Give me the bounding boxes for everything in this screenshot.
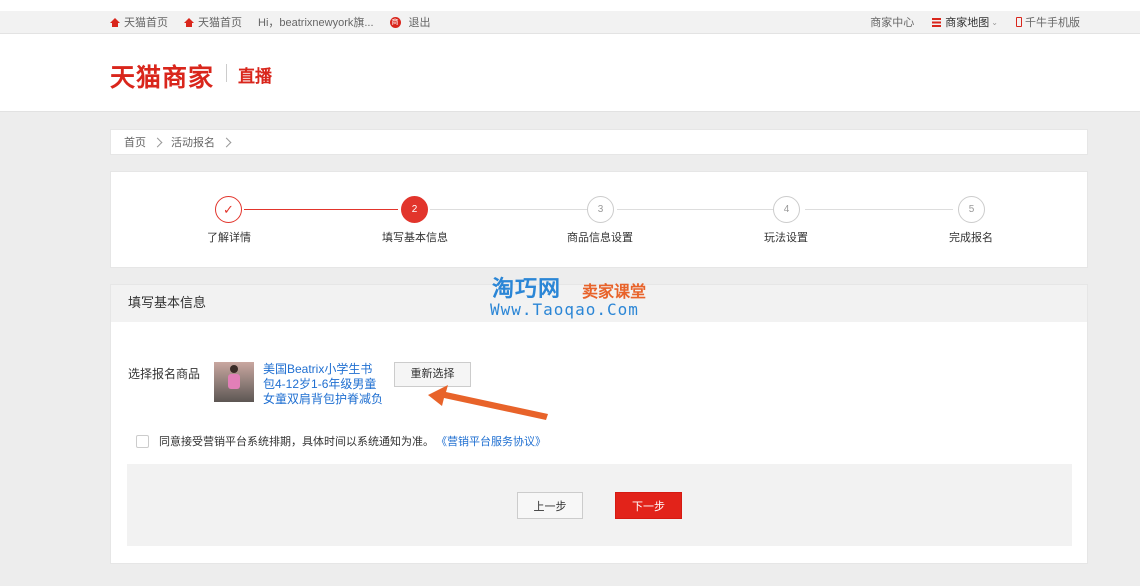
agreement-row: 同意接受营销平台系统排期，具体时间以系统通知为准。 《营销平台服务协议》 xyxy=(136,433,546,449)
breadcrumb-activity-signup[interactable]: 活动报名 xyxy=(171,134,215,150)
mobile-version-label: 千牛手机版 xyxy=(1025,17,1080,29)
breadcrumb: 首页 活动报名 xyxy=(110,129,1088,155)
step-2-circle: 2 xyxy=(401,196,428,223)
tmall-home-link-1[interactable]: 天猫首页 xyxy=(110,14,168,30)
step-connector-3 xyxy=(617,209,773,210)
site-header: 天猫商家 直播 xyxy=(0,34,1140,112)
thumbnail-backpack xyxy=(228,374,240,389)
action-bar: 上一步 下一步 xyxy=(127,464,1072,546)
merchant-map-menu[interactable]: 商家地图 ⌄ xyxy=(932,14,998,30)
logout-label: 退出 xyxy=(408,17,431,29)
progress-steps: ✓ 了解详情 2 填写基本信息 3 商品信息设置 4 玩法设置 5 完成报名 xyxy=(110,171,1088,268)
product-select-label: 选择报名商品 xyxy=(128,367,201,381)
merchant-center-link[interactable]: 商家中心 xyxy=(870,14,914,30)
watermark-url: Www.Taoqao.Com xyxy=(490,300,639,319)
chevron-right-icon xyxy=(221,137,232,147)
thumbnail-figure xyxy=(230,365,238,373)
list-icon xyxy=(932,17,942,27)
annotation-arrow-icon xyxy=(428,385,548,420)
mobile-version-link[interactable]: 千牛手机版 xyxy=(1016,14,1080,30)
step-4-label: 玩法设置 xyxy=(764,232,808,244)
next-step-button[interactable]: 下一步 xyxy=(615,492,682,519)
watermark-sub: 卖家课堂 xyxy=(582,284,647,301)
basic-info-panel: 填写基本信息 选择报名商品 美国Beatrix小学生书包4-12岁1-6年级男童… xyxy=(110,284,1088,564)
step-2-label: 填写基本信息 xyxy=(382,232,448,244)
step-4-circle: 4 xyxy=(773,196,800,223)
step-connector-2 xyxy=(430,209,587,210)
agreement-text: 同意接受营销平台系统排期，具体时间以系统通知为准。 xyxy=(159,436,434,448)
product-title-link[interactable]: 美国Beatrix小学生书包4-12岁1-6年级男童女童双肩背包护脊减负 xyxy=(263,362,383,407)
prev-step-button[interactable]: 上一步 xyxy=(517,492,583,519)
step-3-label: 商品信息设置 xyxy=(567,232,633,244)
service-agreement-link[interactable]: 《营销平台服务协议》 xyxy=(436,433,546,449)
step-connector-1 xyxy=(244,209,398,210)
watermark-brand: 淘巧网 xyxy=(492,276,562,301)
logo-divider xyxy=(226,64,227,82)
step-5-label: 完成报名 xyxy=(949,232,993,244)
chevron-right-icon xyxy=(152,137,163,147)
step-1-check-icon: ✓ xyxy=(215,196,242,223)
tmall-home-link-2[interactable]: 天猫首页 xyxy=(184,14,242,30)
logout-link[interactable]: 商 退出 xyxy=(389,14,431,30)
chevron-down-icon: ⌄ xyxy=(991,17,998,27)
tmall-home-label-2: 天猫首页 xyxy=(198,17,242,29)
top-bar: 天猫首页 天猫首页 Hi，beatrixnewyork旗... 商 退出 商家中… xyxy=(0,0,1140,34)
home-icon xyxy=(110,17,120,27)
tmall-home-label-1: 天猫首页 xyxy=(124,17,168,29)
step-3-circle: 3 xyxy=(587,196,614,223)
phone-icon xyxy=(1016,17,1022,27)
user-greeting[interactable]: Hi，beatrixnewyork旗... xyxy=(258,14,374,30)
tmall-merchant-logo[interactable]: 天猫商家 xyxy=(110,58,214,94)
merchant-map-label: 商家地图 xyxy=(945,17,990,29)
step-1-label: 了解详情 xyxy=(207,232,251,244)
shop-badge-icon: 商 xyxy=(389,16,401,28)
breadcrumb-home[interactable]: 首页 xyxy=(124,134,146,150)
step-5-circle: 5 xyxy=(958,196,985,223)
product-thumbnail[interactable] xyxy=(214,362,254,402)
agreement-checkbox[interactable] xyxy=(136,434,149,448)
section-title: 直播 xyxy=(238,67,272,86)
home-icon xyxy=(184,17,194,27)
step-connector-4 xyxy=(805,209,953,210)
